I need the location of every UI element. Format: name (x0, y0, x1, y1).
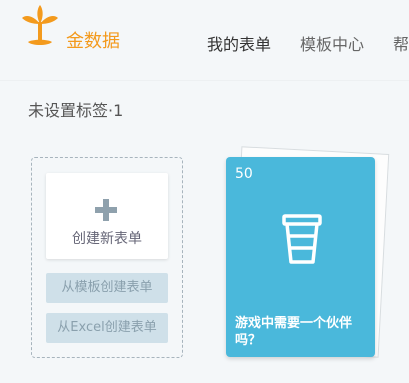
create-form-panel: 创建新表单 从模板创建表单 从Excel创建表单 (31, 157, 183, 358)
form-title: 游戏中需要一个伙伴吗？ (235, 316, 353, 348)
nav-help[interactable]: 帮 (393, 31, 409, 55)
header-divider (0, 80, 409, 81)
logo-icon[interactable] (18, 4, 62, 50)
cup-icon (282, 214, 322, 264)
brand-name[interactable]: 金数据 (66, 27, 120, 53)
entry-count: 50 (235, 166, 253, 182)
form-card[interactable]: 50 游戏中需要一个伙伴吗？ (226, 157, 375, 357)
create-from-excel-button[interactable]: 从Excel创建表单 (46, 313, 168, 343)
header: 金数据 我的表单 模板中心 帮 (0, 0, 409, 80)
create-new-form-label: 创建新表单 (72, 231, 142, 247)
create-from-template-button[interactable]: 从模板创建表单 (46, 273, 168, 303)
create-new-form-button[interactable]: 创建新表单 (46, 173, 168, 259)
nav-template-center[interactable]: 模板中心 (300, 31, 364, 55)
nav-my-forms[interactable]: 我的表单 (207, 31, 271, 55)
plus-icon (95, 199, 117, 221)
tag-group-title: 未设置标签·1 (28, 101, 124, 120)
